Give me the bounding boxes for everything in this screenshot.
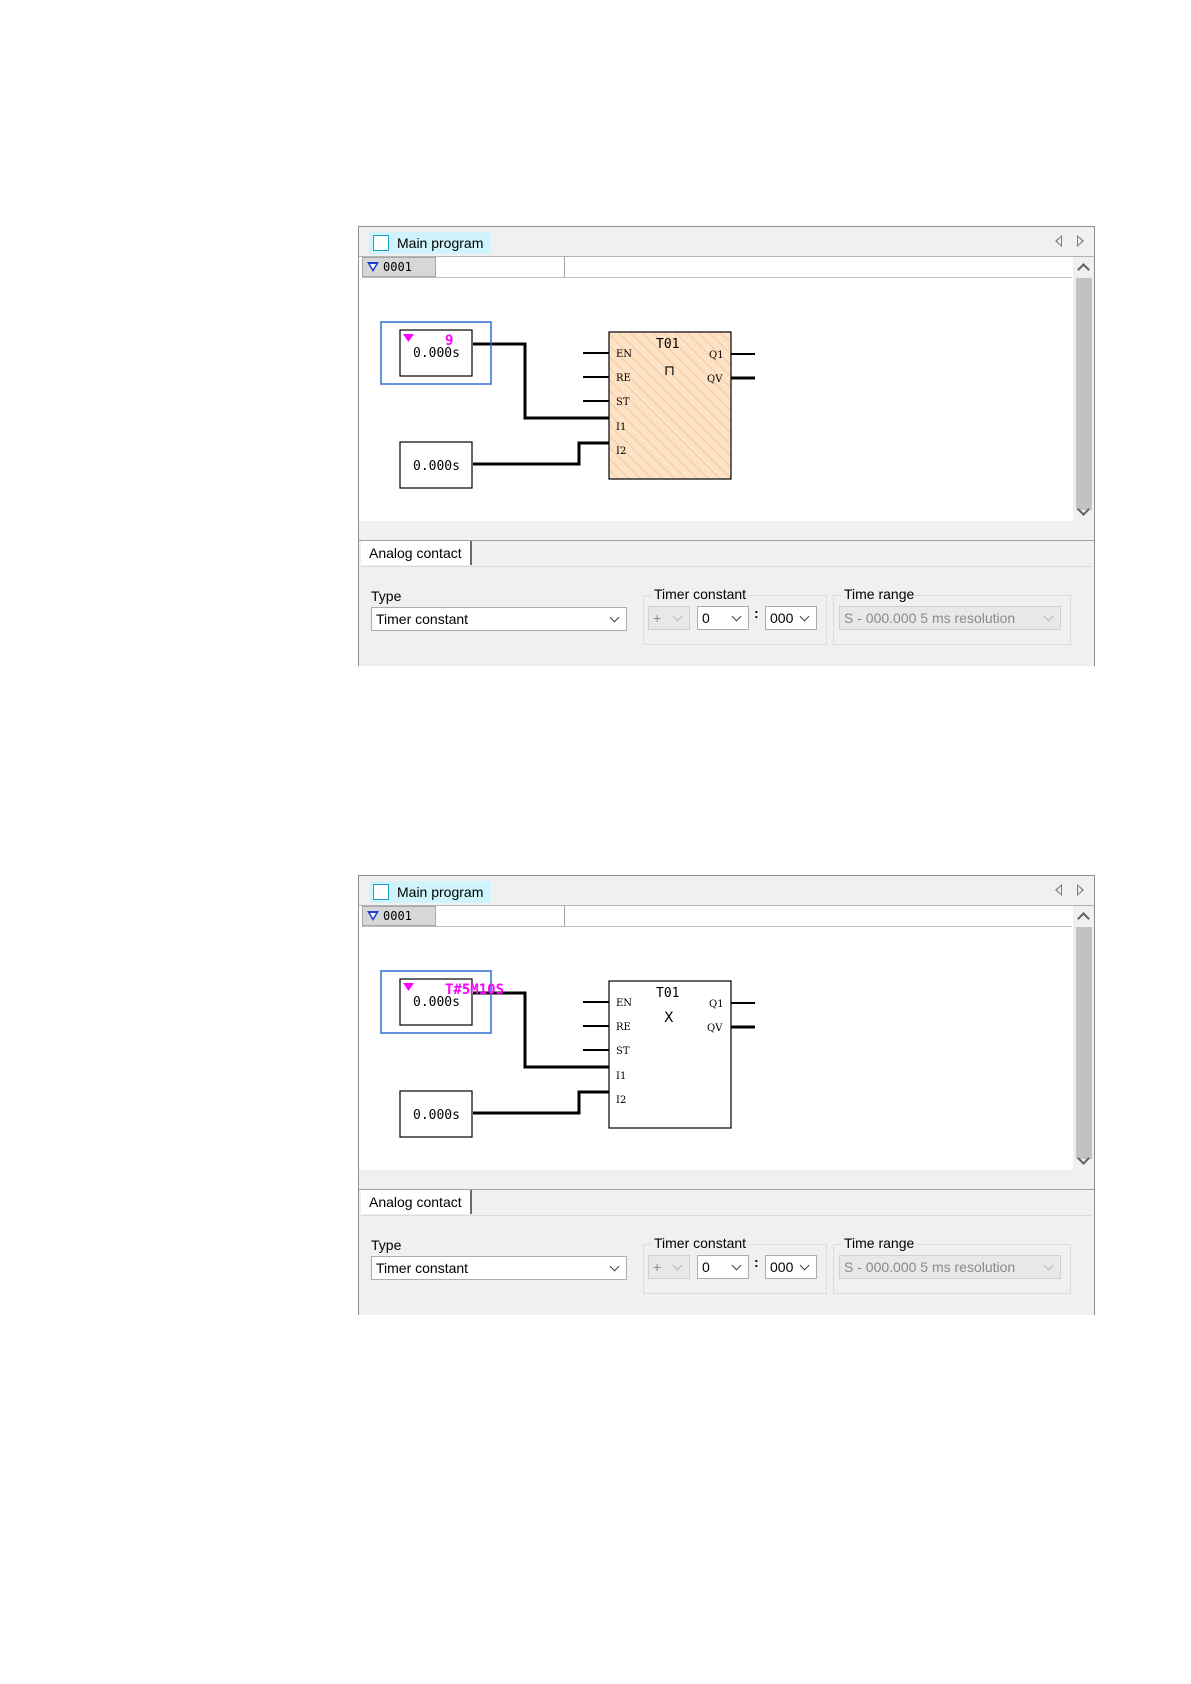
program-icon [373,884,389,900]
type-label: Type [371,588,402,604]
chevron-down-icon [731,611,742,622]
rung-number[interactable]: 0001 [362,257,436,277]
type-label: Type [371,1237,402,1253]
wire-contact1-i1 [473,342,609,420]
block-symbol: ⊓ [664,363,675,379]
chevron-up-icon[interactable] [1077,912,1090,925]
chevron-down-icon [799,1260,810,1271]
chevron-down-icon [672,1260,683,1271]
input-label-st: ST [616,397,630,408]
rung-comment-cell[interactable] [436,257,565,277]
contact-1-value: 0.000s [413,995,460,1010]
rung-header: 0001 [362,906,1072,927]
tab-label: Main program [397,235,484,251]
input-label-en: EN [616,998,632,1009]
program-icon [373,235,389,251]
time-range-label: Time range [842,586,917,602]
chevron-up-icon[interactable] [1077,263,1090,276]
chevron-down-icon [672,611,683,622]
rung-header: 0001 [362,257,1072,278]
chevron-down-icon [731,1260,742,1271]
wire-contact2-i2 [473,441,609,466]
input-label-i2: I2 [616,446,626,457]
block-name: T01 [656,986,679,1001]
scroll-right-icon[interactable] [1077,884,1084,896]
output-label-q1: Q1 [709,999,724,1010]
editor-panel-2: Main program 0001 T#5M10S 0.000s 0.000s … [358,875,1095,1315]
contact-2-value: 0.000s [413,1108,460,1123]
time-separator: : [754,605,759,621]
rung-comment-cell[interactable] [436,906,565,926]
minutes-select[interactable]: 0 [697,1255,749,1279]
block-name: T01 [656,337,679,352]
input-label-re: RE [616,373,631,384]
input-label-i1: I1 [616,422,626,433]
editor-titlebar: Main program [359,227,1094,257]
vertical-scrollbar[interactable] [1073,257,1094,521]
input-label-re: RE [616,1022,631,1033]
time-range-label: Time range [842,1235,917,1251]
properties-panel: Analog contact Type Timer constant Timer… [359,540,1094,666]
scrollbar-thumb[interactable] [1076,927,1092,1159]
function-block-diagram: 9 0.000s 0.000s T01 ⊓ EN RE ST I1 I2 Q1 … [380,321,755,489]
editor-panel-1: Main program 0001 9 0.000s 0.000s T01 ⊓ … [358,226,1095,666]
collapse-rung-icon[interactable] [367,911,379,921]
milliseconds-select[interactable]: 000 [765,1255,817,1279]
tab-analog-contact[interactable]: Analog contact [361,541,472,565]
scrollbar-thumb[interactable] [1076,278,1092,510]
wire-contact2-i2 [473,1090,609,1115]
editor-titlebar: Main program [359,876,1094,906]
time-range-select: S - 000.000 5 ms resolution [839,606,1061,630]
collapse-rung-icon[interactable] [367,262,379,272]
chevron-down-icon [1043,1260,1054,1271]
input-label-st: ST [616,1046,630,1057]
scroll-right-icon[interactable] [1077,235,1084,247]
vertical-scrollbar[interactable] [1073,906,1094,1170]
properties-panel: Analog contact Type Timer constant Timer… [359,1189,1094,1315]
function-block-diagram: T#5M10S 0.000s 0.000s T01 X EN RE ST I1 … [380,970,755,1138]
tab-analog-contact[interactable]: Analog contact [361,1190,472,1214]
contact-2-value: 0.000s [413,459,460,474]
chevron-down-icon [609,612,620,623]
output-label-qv: QV [707,1023,723,1034]
chevron-down-icon [799,611,810,622]
contact-1-value: 0.000s [413,346,460,361]
timer-constant-label: Timer constant [652,586,749,602]
input-label-i1: I1 [616,1071,626,1082]
rung-number[interactable]: 0001 [362,906,436,926]
sign-select: + [648,606,690,630]
time-range-select: S - 000.000 5 ms resolution [839,1255,1061,1279]
chevron-down-icon [1043,611,1054,622]
scroll-left-icon[interactable] [1055,884,1062,896]
output-label-qv: QV [707,374,723,385]
type-select[interactable]: Timer constant [371,1256,627,1280]
block-symbol: X [664,1010,674,1026]
tab-main-program[interactable]: Main program [369,232,492,254]
wire-contact1-i1 [473,991,609,1069]
output-label-q1: Q1 [709,350,724,361]
input-label-en: EN [616,349,632,360]
type-select[interactable]: Timer constant [371,607,627,631]
timer-constant-label: Timer constant [652,1235,749,1251]
tab-label: Main program [397,884,484,900]
input-label-i2: I2 [616,1095,626,1106]
milliseconds-select[interactable]: 000 [765,606,817,630]
sign-select: + [648,1255,690,1279]
scroll-left-icon[interactable] [1055,235,1062,247]
chevron-down-icon [609,1261,620,1272]
tab-main-program[interactable]: Main program [369,881,492,903]
time-separator: : [754,1254,759,1270]
minutes-select[interactable]: 0 [697,606,749,630]
